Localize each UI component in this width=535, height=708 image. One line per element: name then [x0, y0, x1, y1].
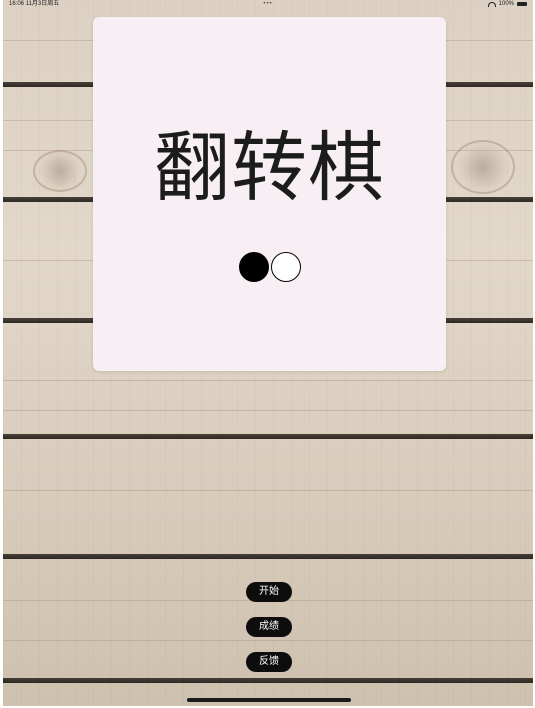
- scores-button[interactable]: 成绩: [246, 617, 292, 637]
- wood-knot: [33, 150, 87, 192]
- wood-grain: [3, 640, 533, 641]
- battery-percentage: 100%: [498, 1, 514, 7]
- plank-seam: [3, 434, 533, 439]
- wood-grain: [3, 410, 533, 411]
- black-piece-icon: [238, 252, 269, 282]
- status-clock: 16:06: [9, 1, 25, 7]
- plank-seam: [3, 678, 533, 683]
- wifi-icon: [487, 1, 496, 7]
- plank-seam: [3, 554, 533, 559]
- home-indicator[interactable]: [187, 698, 351, 702]
- wood-knot: [451, 140, 515, 194]
- status-indicators: 100%: [487, 0, 527, 8]
- status-time: 16:06 11月3日周五: [9, 0, 59, 8]
- battery-icon: [517, 2, 527, 6]
- status-date: 11月3日周五: [25, 1, 60, 7]
- status-bar: 16:06 11月3日周五 ••• 100%: [3, 0, 533, 10]
- wood-grain: [3, 490, 533, 491]
- piece-logo: [93, 252, 446, 282]
- app-screen: 16:06 11月3日周五 ••• 100% 翻转棋 开始 成绩 反馈: [3, 0, 533, 706]
- wood-grain: [3, 380, 533, 381]
- game-title: 翻转棋: [154, 123, 385, 212]
- feedback-button[interactable]: 反馈: [246, 652, 292, 672]
- multitasking-dots[interactable]: •••: [263, 0, 272, 8]
- start-button[interactable]: 开始: [246, 582, 292, 602]
- title-card: 翻转棋: [93, 17, 446, 371]
- white-piece-icon: [270, 252, 301, 282]
